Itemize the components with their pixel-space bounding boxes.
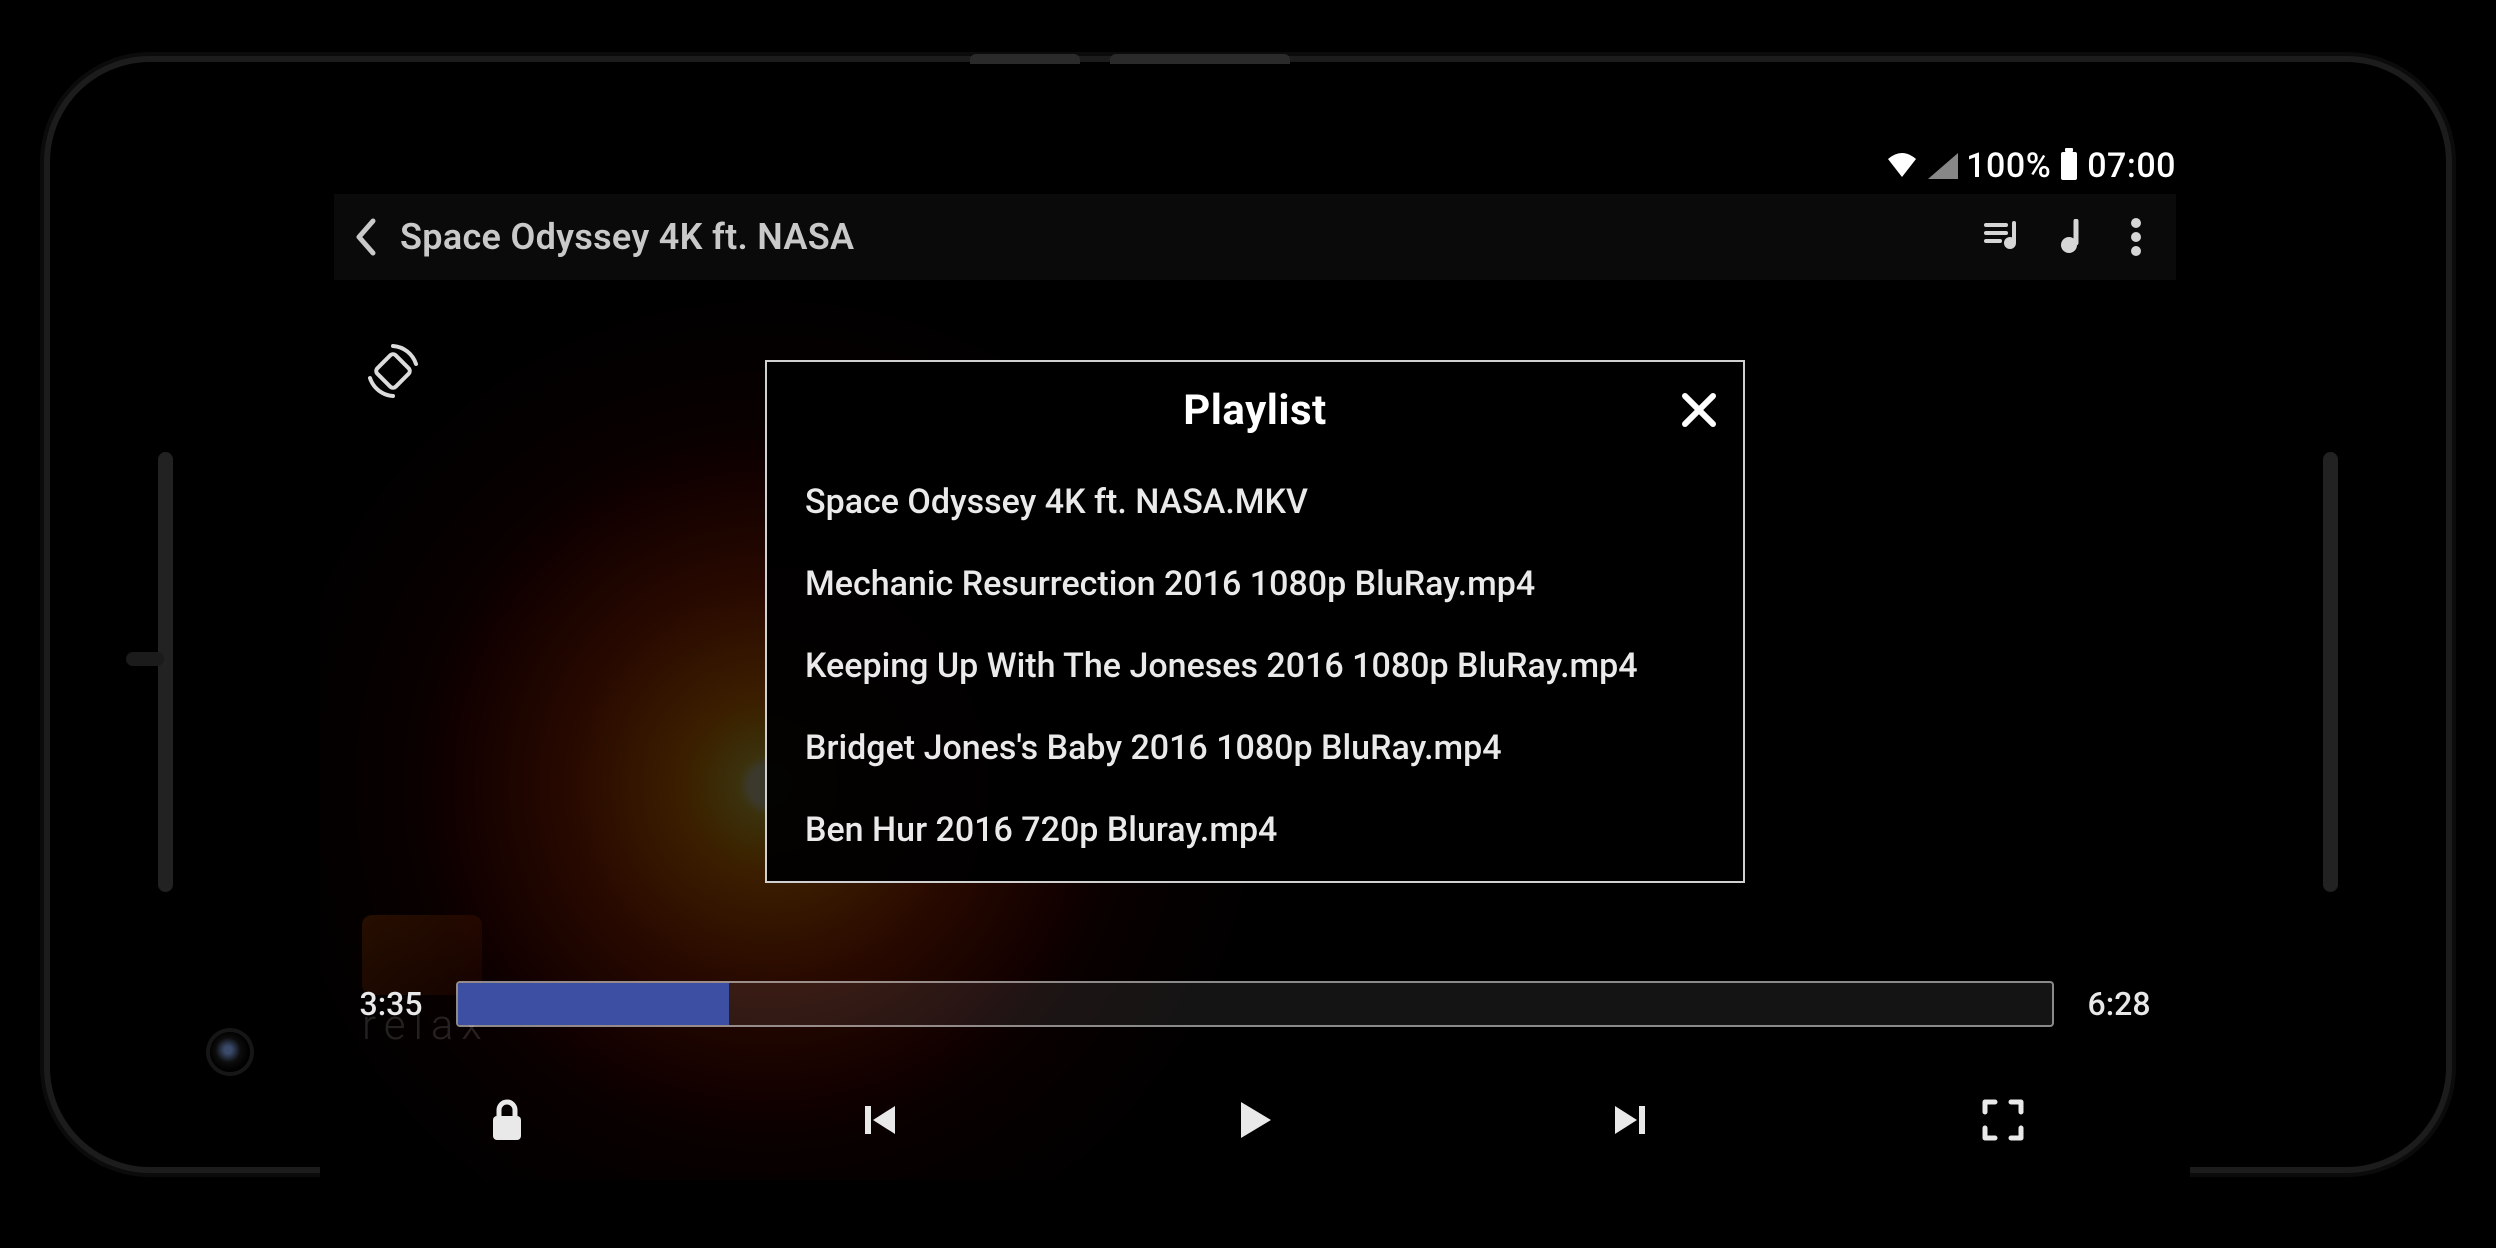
audio-track-icon[interactable] (2046, 213, 2094, 261)
more-menu-icon[interactable] (2112, 213, 2160, 261)
time-elapsed: 3:35 (348, 985, 434, 1023)
back-button[interactable] (350, 221, 382, 253)
proximity-sensor (126, 652, 164, 666)
playlist-music-icon[interactable] (1980, 213, 2028, 261)
playlist-item[interactable]: Bridget Jones's Baby 2016 1080p BluRay.m… (767, 708, 1743, 790)
video-title: Space Odyssey 4K ft. NASA (400, 216, 854, 258)
playlist-item[interactable]: Mechanic Resurrection 2016 1080p BluRay.… (767, 544, 1743, 626)
front-camera (210, 1032, 250, 1072)
player-controls (320, 1080, 2190, 1160)
playlist-item[interactable]: Space Odyssey 4K ft. NASA.MKV (767, 462, 1743, 544)
close-icon[interactable] (1673, 384, 1725, 436)
playlist-item[interactable]: Ben Hur 2016 720p Bluray.mp4 (767, 790, 1743, 872)
hardware-button (970, 54, 1080, 64)
speaker-grille (2323, 452, 2338, 892)
playlist-dialog: Playlist Space Odyssey 4K ft. NASA.MKVMe… (765, 360, 1745, 883)
cellular-icon (1928, 153, 1958, 179)
screen: 100% 07:00 Space Odyssey 4K ft. NASA (320, 142, 2190, 1180)
previous-button[interactable] (849, 1088, 913, 1152)
seek-bar[interactable] (456, 981, 2054, 1027)
fullscreen-button[interactable] (1971, 1088, 2035, 1152)
phone-frame: 100% 07:00 Space Odyssey 4K ft. NASA (50, 62, 2446, 1167)
seek-fill (458, 983, 729, 1025)
clock: 07:00 (2087, 146, 2176, 186)
playlist-item[interactable]: Keeping Up With The Joneses 2016 1080p B… (767, 626, 1743, 708)
lock-button[interactable] (475, 1088, 539, 1152)
speaker-grille (158, 452, 173, 892)
hardware-button (1110, 54, 1290, 64)
battery-icon (2061, 152, 2077, 180)
play-button[interactable] (1223, 1088, 1287, 1152)
dialog-header: Playlist (767, 362, 1743, 458)
next-button[interactable] (1597, 1088, 1661, 1152)
dialog-title: Playlist (767, 386, 1743, 435)
wifi-icon (1886, 153, 1918, 179)
progress-bar-area: 3:35 6:28 (348, 976, 2162, 1032)
player-topbar: Space Odyssey 4K ft. NASA (334, 194, 2176, 280)
time-total: 6:28 (2076, 985, 2162, 1023)
playlist-list[interactable]: Space Odyssey 4K ft. NASA.MKVMechanic Re… (767, 458, 1743, 881)
battery-percent: 100% (1966, 146, 2051, 186)
statusbar: 100% 07:00 (320, 142, 2190, 190)
rotate-screen-icon[interactable] (360, 338, 426, 404)
